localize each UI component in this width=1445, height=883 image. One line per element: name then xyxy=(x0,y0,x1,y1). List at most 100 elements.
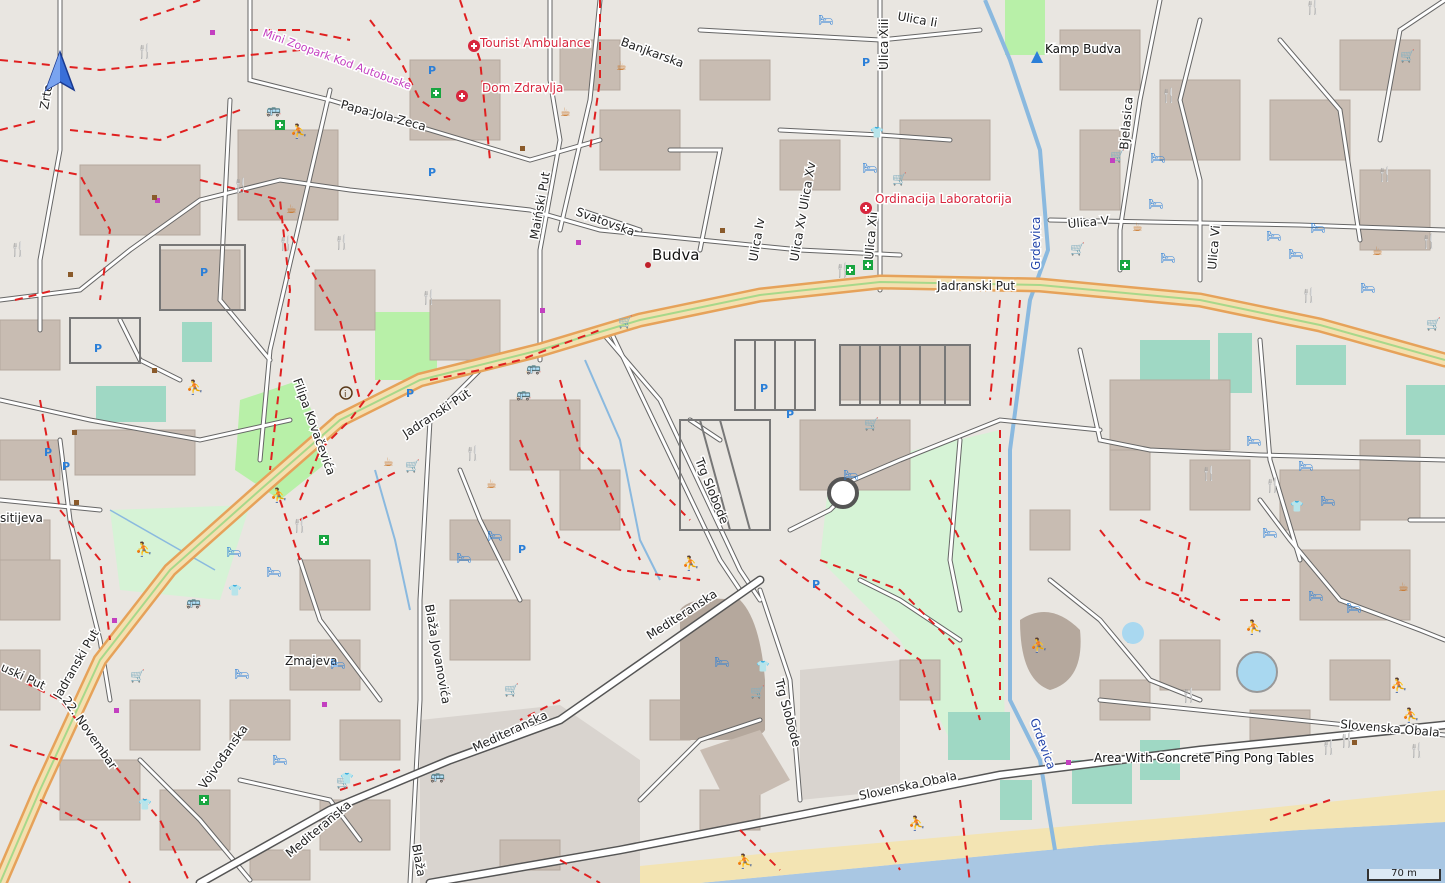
svg-text:🛏: 🛏 xyxy=(1150,151,1165,165)
poi-label: Tourist Ambulance xyxy=(479,36,591,50)
pharmacy-icon[interactable] xyxy=(863,260,873,270)
svg-text:🛏: 🛏 xyxy=(272,753,287,767)
poi-label: Area With Concrete Ping Pong Tables xyxy=(1094,751,1314,765)
svg-text:🛏: 🛏 xyxy=(1160,251,1175,265)
svg-text:🍴: 🍴 xyxy=(1160,87,1177,104)
roundabout xyxy=(827,477,859,509)
svg-text:P: P xyxy=(200,266,208,279)
park-area xyxy=(375,312,437,380)
street-label: Ulica V xyxy=(1067,213,1110,231)
pharmacy-icon[interactable] xyxy=(1120,260,1130,270)
svg-text:🛏: 🛏 xyxy=(1320,494,1335,508)
svg-text:👕: 👕 xyxy=(1290,500,1304,513)
svg-text:⛹: ⛹ xyxy=(290,122,307,140)
svg-text:🍴: 🍴 xyxy=(1200,465,1217,482)
street-label: Grdevica xyxy=(1029,217,1043,270)
street-label: Banjkarska xyxy=(619,35,686,71)
position-arrow-icon[interactable] xyxy=(44,50,76,92)
svg-text:⛹: ⛹ xyxy=(736,852,753,870)
svg-text:🛒: 🛒 xyxy=(130,669,145,683)
pharmacy-icon[interactable] xyxy=(275,120,285,130)
svg-text:☕: ☕ xyxy=(286,202,297,216)
svg-text:🛏: 🛏 xyxy=(1346,601,1361,615)
svg-text:👕: 👕 xyxy=(228,584,242,597)
svg-text:P: P xyxy=(94,342,102,355)
svg-text:🛏: 🛏 xyxy=(862,161,877,175)
svg-text:🛏: 🛏 xyxy=(714,655,729,669)
svg-text:🛏: 🛏 xyxy=(226,545,241,559)
svg-text:🍴: 🍴 xyxy=(1264,477,1281,494)
svg-text:🚌: 🚌 xyxy=(430,769,445,783)
svg-text:👕: 👕 xyxy=(340,772,354,785)
pharmacy-icon[interactable] xyxy=(319,535,329,545)
info-icon[interactable]: i xyxy=(339,386,353,400)
pharmacy-icon[interactable] xyxy=(431,88,441,98)
svg-text:🍴: 🍴 xyxy=(136,43,153,60)
svg-text:🛒: 🛒 xyxy=(864,417,879,431)
svg-text:🚌: 🚌 xyxy=(526,361,541,375)
svg-text:🛒: 🛒 xyxy=(405,459,420,473)
street-label: Ulica Iv xyxy=(746,217,767,263)
svg-text:🛒: 🛒 xyxy=(892,172,907,186)
svg-text:🛏: 🛏 xyxy=(1308,589,1323,603)
svg-text:🚌: 🚌 xyxy=(266,103,281,117)
svg-text:🍴: 🍴 xyxy=(232,177,249,194)
svg-text:⛹: ⛹ xyxy=(1390,676,1407,694)
hospital-icon[interactable] xyxy=(456,90,468,102)
svg-text:☕: ☕ xyxy=(1132,220,1143,234)
street-label: Ulica Xiii xyxy=(877,19,891,70)
swimming-pool-icon[interactable] xyxy=(1122,622,1144,644)
poi-label: Ordinacija Laboratorija xyxy=(875,192,1012,206)
hospital-icon[interactable] xyxy=(468,40,480,52)
pharmacy-icon[interactable] xyxy=(199,795,209,805)
svg-text:🛒: 🛒 xyxy=(618,315,633,329)
svg-text:☕: ☕ xyxy=(383,455,394,469)
svg-text:⛹: ⛹ xyxy=(1245,618,1262,636)
svg-text:🍴: 🍴 xyxy=(1408,742,1425,759)
park-area xyxy=(1005,0,1045,55)
map-svg[interactable]: Papa Jola Zeca Banjkarska Ulica Ii Ulica… xyxy=(0,0,1445,883)
svg-text:P: P xyxy=(760,382,768,395)
svg-text:☕: ☕ xyxy=(1398,580,1409,594)
pitch-area xyxy=(1140,340,1210,380)
svg-text:🛒: 🛒 xyxy=(1400,49,1415,63)
svg-text:P: P xyxy=(44,446,52,459)
svg-text:🍴: 🍴 xyxy=(277,235,294,252)
svg-text:🍴: 🍴 xyxy=(420,289,437,306)
pitch-area xyxy=(1296,345,1346,385)
svg-text:P: P xyxy=(812,578,820,591)
svg-text:🍴: 🍴 xyxy=(1376,166,1393,183)
place-label-budva: Budva xyxy=(652,246,699,264)
svg-text:👕: 👕 xyxy=(138,798,152,811)
svg-text:🚌: 🚌 xyxy=(516,387,531,401)
swimming-pool-icon[interactable] xyxy=(1236,651,1278,693)
svg-text:P: P xyxy=(406,387,414,400)
svg-text:🛏: 🛏 xyxy=(330,657,345,671)
place-dot xyxy=(645,262,651,268)
svg-text:☕: ☕ xyxy=(616,59,627,73)
landuse-block xyxy=(800,660,900,800)
svg-text:☕: ☕ xyxy=(560,105,571,119)
svg-text:P: P xyxy=(428,166,436,179)
svg-text:⛹: ⛹ xyxy=(682,554,699,572)
map-canvas[interactable]: Papa Jola Zeca Banjkarska Ulica Ii Ulica… xyxy=(0,0,1445,883)
svg-text:🚌: 🚌 xyxy=(186,595,201,609)
pitch-area xyxy=(96,386,166,422)
svg-text:🛏: 🛏 xyxy=(487,529,502,543)
svg-text:i: i xyxy=(344,390,347,400)
svg-text:🛏: 🛏 xyxy=(1266,229,1281,243)
svg-text:🍴: 🍴 xyxy=(464,445,481,462)
stream xyxy=(374,469,411,611)
svg-text:🛏: 🛏 xyxy=(1288,247,1303,261)
svg-text:⛹: ⛹ xyxy=(135,540,152,558)
svg-text:🍴: 🍴 xyxy=(291,517,308,534)
svg-text:🍴: 🍴 xyxy=(9,241,26,258)
svg-text:🛏: 🛏 xyxy=(266,565,281,579)
svg-text:🛏: 🛏 xyxy=(1310,221,1325,235)
svg-text:⛹: ⛹ xyxy=(908,814,925,832)
svg-text:⛹: ⛹ xyxy=(1402,706,1419,724)
svg-text:🛏: 🛏 xyxy=(818,13,833,27)
svg-text:☕: ☕ xyxy=(486,477,497,491)
svg-text:🛒: 🛒 xyxy=(750,685,765,699)
hospital-icon[interactable] xyxy=(860,202,872,214)
